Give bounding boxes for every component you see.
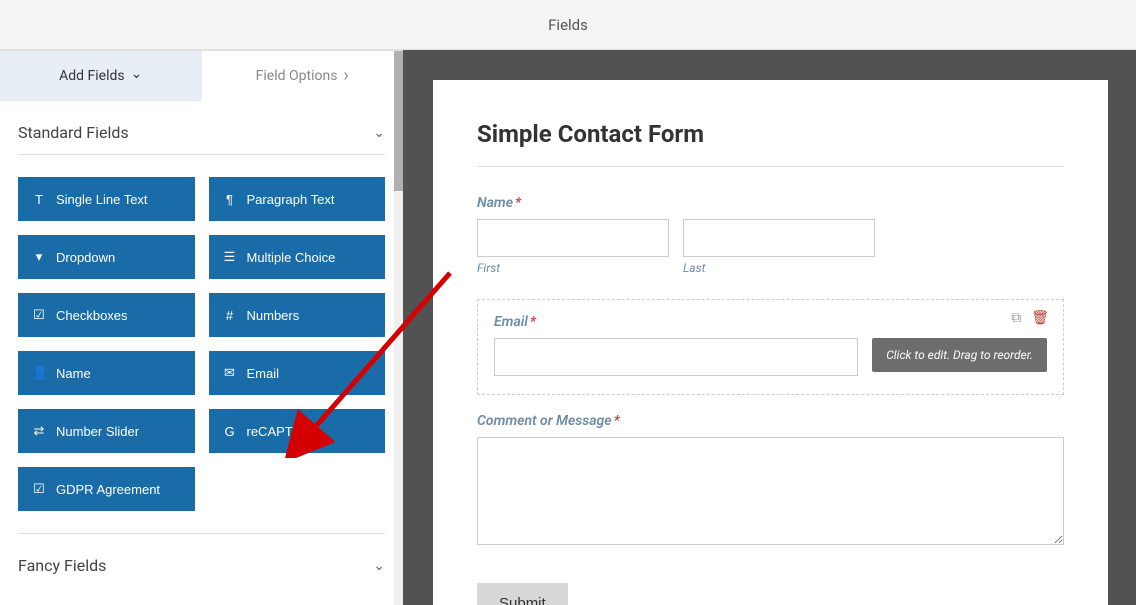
field-action-icons: ⧉ 🗑 xyxy=(1011,310,1049,326)
email-field-block[interactable]: ⧉ 🗑 Email* Click to edit. Drag to reorde… xyxy=(477,299,1064,395)
last-name-col: Last xyxy=(683,219,875,275)
field-label: Checkboxes xyxy=(56,308,128,323)
check-icon: ☑ xyxy=(32,481,46,497)
last-name-input[interactable] xyxy=(683,219,875,257)
required-asterisk: * xyxy=(515,195,521,211)
section-toggle-standard[interactable]: Standard Fields ⌄ xyxy=(18,101,385,155)
field-panel: Add Fields Field Options Standard Fields… xyxy=(0,50,403,605)
main-layout: Add Fields Field Options Standard Fields… xyxy=(0,50,1136,605)
field-email[interactable]: ✉ Email xyxy=(209,351,386,395)
first-sublabel: First xyxy=(477,261,669,275)
field-label: Paragraph Text xyxy=(247,192,335,207)
required-asterisk: * xyxy=(530,314,536,330)
field-number-slider[interactable]: ⇄ Number Slider xyxy=(18,409,195,453)
tab-field-options[interactable]: Field Options xyxy=(202,51,404,101)
field-paragraph-text[interactable]: ¶ Paragraph Text xyxy=(209,177,386,221)
tab-label: Add Fields xyxy=(59,68,125,84)
first-name-input[interactable] xyxy=(477,219,669,257)
field-dropdown[interactable]: ▾ Dropdown xyxy=(18,235,195,279)
label-text: Comment or Message xyxy=(477,413,612,429)
first-name-col: First xyxy=(477,219,669,275)
field-label: Multiple Choice xyxy=(247,250,336,265)
left-scrollbar-track[interactable] xyxy=(394,51,403,605)
form-title: Simple Contact Form xyxy=(477,120,1064,148)
label-text: Name xyxy=(477,195,513,211)
standard-field-grid: T Single Line Text ¶ Paragraph Text ▾ Dropd… xyxy=(18,155,385,533)
trash-icon[interactable]: 🗑 xyxy=(1031,310,1049,326)
right-scrollbar-track[interactable] xyxy=(1116,80,1128,605)
name-field-block: Name* First Last xyxy=(477,195,1064,275)
field-label: Single Line Text xyxy=(56,192,148,207)
chevron-down-icon: ⌄ xyxy=(373,558,385,574)
field-multiple-choice[interactable]: ☰ Multiple Choice xyxy=(209,235,386,279)
header-title: Fields xyxy=(548,16,588,34)
standard-fields-section: Standard Fields ⌄ T Single Line Text ¶ Par… xyxy=(0,101,403,533)
text-icon: T xyxy=(32,192,46,207)
checkbox-icon: ☑ xyxy=(32,307,46,323)
section-toggle-fancy[interactable]: Fancy Fields ⌄ xyxy=(18,533,385,587)
field-label: Number Slider xyxy=(56,424,139,439)
hash-icon: # xyxy=(223,308,237,323)
section-title: Fancy Fields xyxy=(18,556,106,575)
field-numbers[interactable]: # Numbers xyxy=(209,293,386,337)
comment-textarea[interactable] xyxy=(477,437,1064,545)
dropdown-icon: ▾ xyxy=(32,249,46,265)
field-label: Email xyxy=(247,366,280,381)
chevron-down-icon xyxy=(131,68,143,84)
field-checkboxes[interactable]: ☑ Checkboxes xyxy=(18,293,195,337)
paragraph-icon: ¶ xyxy=(223,192,237,207)
field-single-line-text[interactable]: T Single Line Text xyxy=(18,177,195,221)
fancy-fields-section: Fancy Fields ⌄ xyxy=(0,533,403,587)
divider xyxy=(477,166,1064,167)
field-name[interactable]: 👤 Name xyxy=(18,351,195,395)
field-label: Dropdown xyxy=(56,250,115,265)
email-input[interactable] xyxy=(494,338,858,376)
slider-icon: ⇄ xyxy=(32,423,46,439)
submit-button[interactable]: Submit xyxy=(477,583,568,605)
field-gdpr-agreement[interactable]: ☑ GDPR Agreement xyxy=(18,467,195,511)
email-input-wrap xyxy=(494,338,858,376)
form-canvas: Simple Contact Form Name* First Last xyxy=(433,80,1108,605)
name-inputs-row: First Last xyxy=(477,219,1064,275)
form-preview-panel: Simple Contact Form Name* First Last xyxy=(403,50,1136,605)
field-label: Numbers xyxy=(247,308,300,323)
comment-label: Comment or Message* xyxy=(477,413,1064,429)
envelope-icon: ✉ xyxy=(223,365,237,381)
comment-field-block: Comment or Message* xyxy=(477,413,1064,549)
chevron-right-icon xyxy=(343,66,348,87)
panel-tabs: Add Fields Field Options xyxy=(0,51,403,101)
section-title: Standard Fields xyxy=(18,123,129,142)
chevron-down-icon: ⌄ xyxy=(373,125,385,141)
field-recaptcha[interactable]: GreCAPTCHA xyxy=(209,409,386,453)
email-label: Email* xyxy=(494,314,1047,330)
field-label: Name xyxy=(56,366,91,381)
required-asterisk: * xyxy=(614,413,620,429)
tab-label: Field Options xyxy=(256,68,338,84)
page-header: Fields xyxy=(0,0,1136,50)
list-icon: ☰ xyxy=(223,249,237,265)
duplicate-icon[interactable]: ⧉ xyxy=(1011,310,1021,326)
field-label: reCAPTCHA xyxy=(247,424,321,439)
left-scrollbar-thumb[interactable] xyxy=(394,51,403,191)
tab-add-fields[interactable]: Add Fields xyxy=(0,51,202,101)
name-label: Name* xyxy=(477,195,1064,211)
edit-hint-tooltip: Click to edit. Drag to reorder. xyxy=(872,338,1047,372)
field-label: GDPR Agreement xyxy=(56,482,160,497)
email-row: Click to edit. Drag to reorder. xyxy=(494,338,1047,376)
label-text: Email xyxy=(494,314,528,330)
google-icon: G xyxy=(223,424,237,439)
user-icon: 👤 xyxy=(32,365,46,381)
last-sublabel: Last xyxy=(683,261,875,275)
